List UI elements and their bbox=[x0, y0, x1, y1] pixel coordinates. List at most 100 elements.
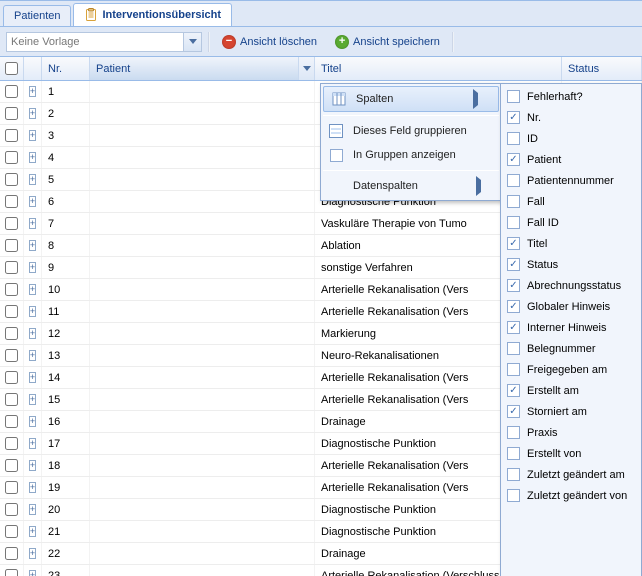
column-toggle[interactable]: Globaler Hinweis bbox=[501, 296, 641, 317]
row-checkbox[interactable] bbox=[5, 437, 18, 450]
column-toggle[interactable]: Erstellt von bbox=[501, 443, 641, 464]
row-checkbox[interactable] bbox=[5, 525, 18, 538]
row-checkbox[interactable] bbox=[5, 371, 18, 384]
cell-nr: 21 bbox=[42, 521, 90, 542]
cell-patient bbox=[90, 301, 315, 322]
row-checkbox[interactable] bbox=[5, 173, 18, 186]
cell-patient bbox=[90, 565, 315, 576]
column-toggle[interactable]: Fall bbox=[501, 191, 641, 212]
expand-icon[interactable]: + bbox=[29, 108, 36, 119]
column-toggle[interactable]: Erstellt am bbox=[501, 380, 641, 401]
column-toggle[interactable]: Patientennummer bbox=[501, 170, 641, 191]
row-checkbox[interactable] bbox=[5, 217, 18, 230]
row-checkbox[interactable] bbox=[5, 569, 18, 576]
column-chooser-menu: Fehlerhaft?Nr.IDPatientPatientennummerFa… bbox=[500, 83, 642, 576]
column-toggle[interactable]: Storniert am bbox=[501, 401, 641, 422]
column-toggle[interactable]: Titel bbox=[501, 233, 641, 254]
column-toggle[interactable]: Interner Hinweis bbox=[501, 317, 641, 338]
cell-patient bbox=[90, 411, 315, 432]
template-input[interactable] bbox=[6, 32, 184, 52]
column-toggle[interactable]: Patient bbox=[501, 149, 641, 170]
column-toggle[interactable]: Zuletzt geändert am bbox=[501, 464, 641, 485]
menu-group-by-label: Dieses Feld gruppieren bbox=[353, 125, 467, 137]
cell-nr: 6 bbox=[42, 191, 90, 212]
expand-icon[interactable]: + bbox=[29, 130, 36, 141]
expand-icon[interactable]: + bbox=[29, 350, 36, 361]
row-checkbox[interactable] bbox=[5, 107, 18, 120]
header-checkbox-column[interactable] bbox=[0, 57, 24, 80]
cell-nr: 8 bbox=[42, 235, 90, 256]
row-expander-cell: + bbox=[24, 125, 42, 146]
expand-icon[interactable]: + bbox=[29, 152, 36, 163]
expand-icon[interactable]: + bbox=[29, 548, 36, 559]
row-checkbox[interactable] bbox=[5, 305, 18, 318]
header-nr[interactable]: Nr. bbox=[42, 57, 90, 80]
expand-icon[interactable]: + bbox=[29, 284, 36, 295]
row-checkbox[interactable] bbox=[5, 151, 18, 164]
column-toggle-label: Titel bbox=[527, 238, 547, 250]
row-checkbox[interactable] bbox=[5, 481, 18, 494]
column-toggle[interactable]: Status bbox=[501, 254, 641, 275]
expand-icon[interactable]: + bbox=[29, 372, 36, 383]
row-checkbox[interactable] bbox=[5, 349, 18, 362]
cell-patient bbox=[90, 213, 315, 234]
expand-icon[interactable]: + bbox=[29, 394, 36, 405]
column-toggle[interactable]: ID bbox=[501, 128, 641, 149]
menu-separator bbox=[323, 115, 499, 116]
row-checkbox[interactable] bbox=[5, 327, 18, 340]
expand-icon[interactable]: + bbox=[29, 174, 36, 185]
header-titel[interactable]: Titel bbox=[315, 57, 562, 80]
header-menu-trigger[interactable] bbox=[298, 57, 314, 80]
column-toggle[interactable]: Abrechnungsstatus bbox=[501, 275, 641, 296]
row-checkbox[interactable] bbox=[5, 195, 18, 208]
expand-icon[interactable]: + bbox=[29, 240, 36, 251]
delete-view-button[interactable]: − Ansicht löschen bbox=[216, 33, 323, 51]
menu-show-groups[interactable]: In Gruppen anzeigen bbox=[321, 143, 501, 167]
column-toggle[interactable]: Fehlerhaft? bbox=[501, 86, 641, 107]
column-toggle[interactable]: Nr. bbox=[501, 107, 641, 128]
column-toggle[interactable]: Praxis bbox=[501, 422, 641, 443]
expand-icon[interactable]: + bbox=[29, 262, 36, 273]
expand-icon[interactable]: + bbox=[29, 482, 36, 493]
menu-columns[interactable]: Spalten bbox=[323, 86, 499, 112]
cell-nr: 4 bbox=[42, 147, 90, 168]
menu-data-columns[interactable]: Datenspalten bbox=[321, 174, 501, 198]
row-checkbox[interactable] bbox=[5, 129, 18, 142]
expand-icon[interactable]: + bbox=[29, 196, 36, 207]
row-checkbox[interactable] bbox=[5, 503, 18, 516]
row-checkbox-cell bbox=[0, 345, 24, 366]
column-toggle[interactable]: Belegnummer bbox=[501, 338, 641, 359]
tab-overview[interactable]: Interventionsübersicht bbox=[73, 3, 232, 26]
expand-icon[interactable]: + bbox=[29, 416, 36, 427]
row-checkbox[interactable] bbox=[5, 85, 18, 98]
row-checkbox[interactable] bbox=[5, 283, 18, 296]
save-view-button[interactable]: + Ansicht speichern bbox=[329, 33, 446, 51]
expand-icon[interactable]: + bbox=[29, 306, 36, 317]
row-checkbox[interactable] bbox=[5, 547, 18, 560]
select-all-checkbox[interactable] bbox=[5, 62, 18, 75]
column-toggle[interactable]: Fall ID bbox=[501, 212, 641, 233]
template-combobox[interactable] bbox=[6, 32, 202, 52]
expand-icon[interactable]: + bbox=[29, 504, 36, 515]
row-checkbox[interactable] bbox=[5, 415, 18, 428]
row-checkbox[interactable] bbox=[5, 393, 18, 406]
row-checkbox[interactable] bbox=[5, 261, 18, 274]
column-toggle[interactable]: Zuletzt geändert von bbox=[501, 485, 641, 506]
template-dropdown-button[interactable] bbox=[184, 32, 202, 52]
header-patient[interactable]: Patient bbox=[90, 57, 315, 80]
row-checkbox[interactable] bbox=[5, 459, 18, 472]
column-toggle[interactable]: Freigegeben am bbox=[501, 359, 641, 380]
row-expander-cell: + bbox=[24, 213, 42, 234]
expand-icon[interactable]: + bbox=[29, 526, 36, 537]
row-checkbox[interactable] bbox=[5, 239, 18, 252]
expand-icon[interactable]: + bbox=[29, 438, 36, 449]
expand-icon[interactable]: + bbox=[29, 218, 36, 229]
header-status[interactable]: Status bbox=[562, 57, 642, 80]
expand-icon[interactable]: + bbox=[29, 86, 36, 97]
expand-icon[interactable]: + bbox=[29, 570, 36, 576]
column-toggle-label: Nr. bbox=[527, 112, 541, 124]
expand-icon[interactable]: + bbox=[29, 328, 36, 339]
expand-icon[interactable]: + bbox=[29, 460, 36, 471]
tab-patients[interactable]: Patienten bbox=[3, 5, 71, 26]
menu-group-by[interactable]: Dieses Feld gruppieren bbox=[321, 119, 501, 143]
